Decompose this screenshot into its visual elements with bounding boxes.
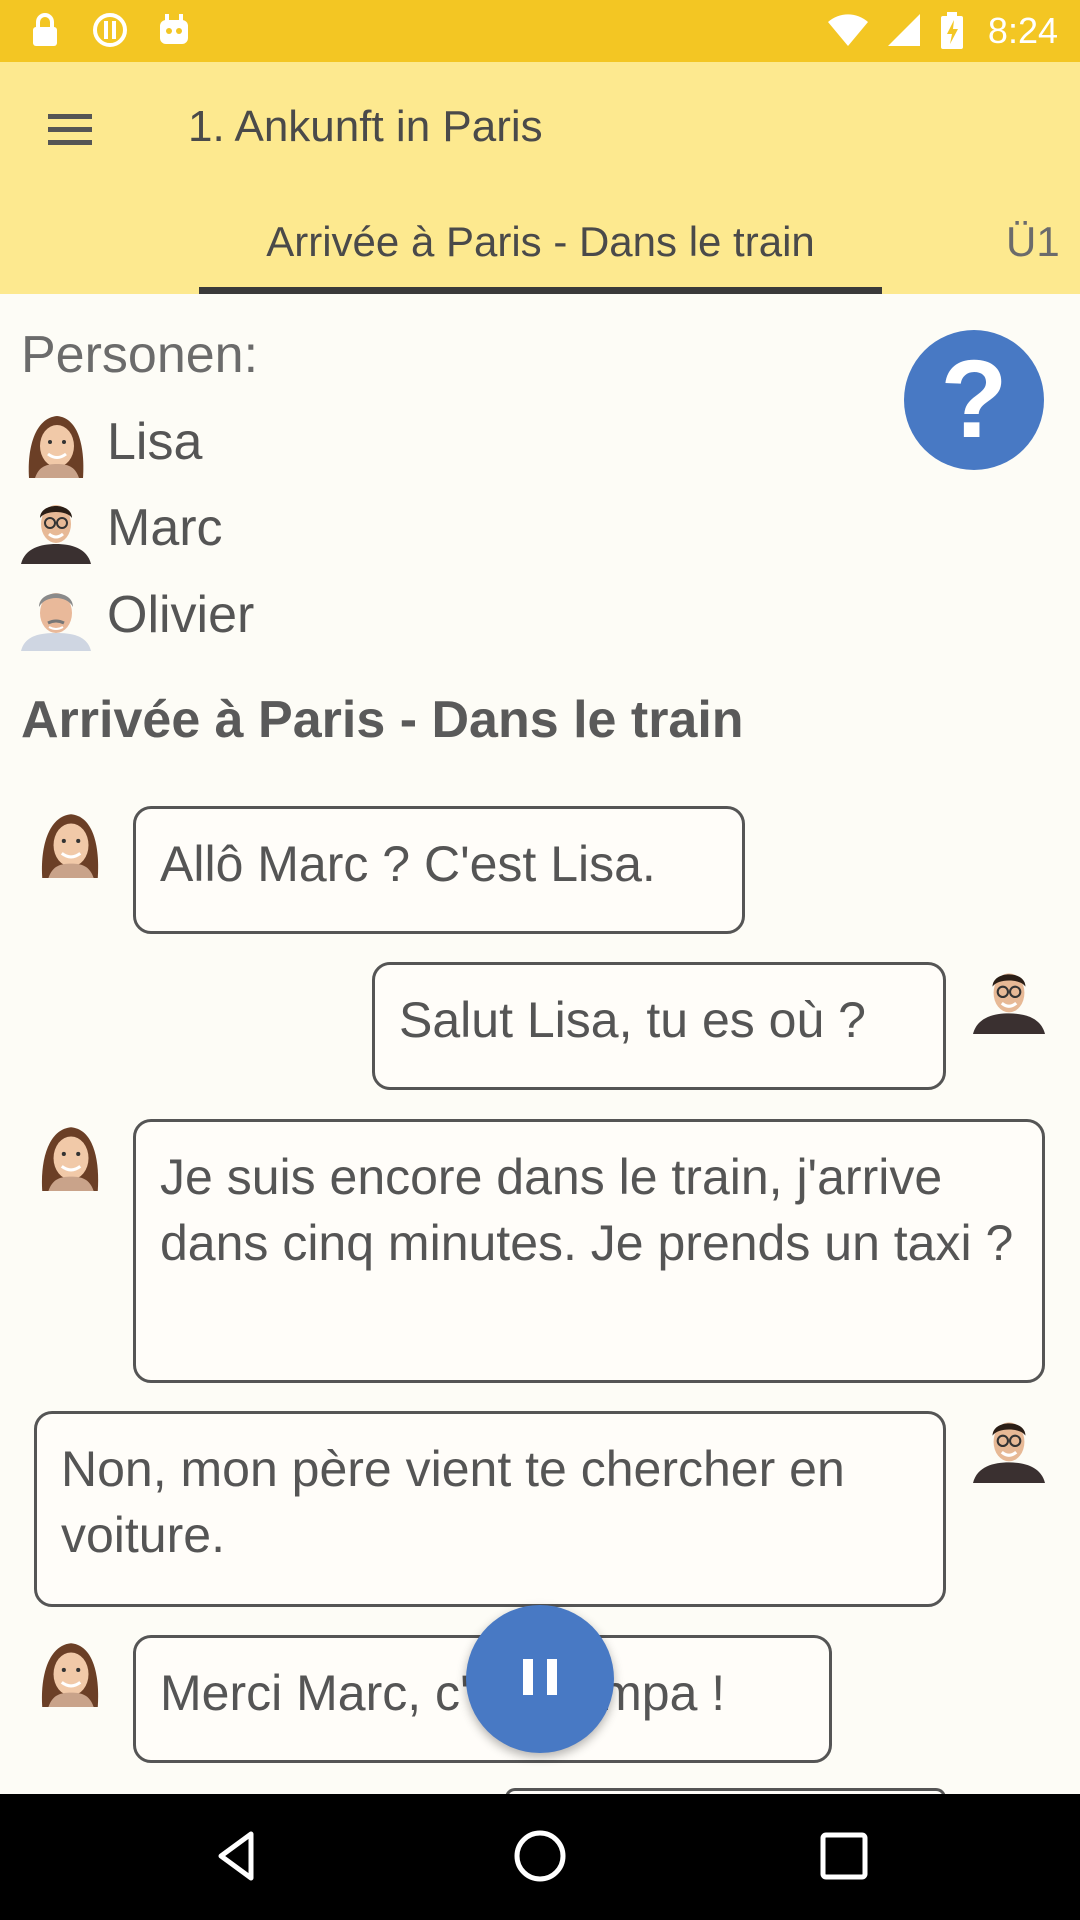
status-bar: 8:24: [0, 0, 1080, 62]
home-icon[interactable]: [510, 1826, 570, 1886]
tab-dialogue[interactable]: Arrivée à Paris - Dans le train: [199, 212, 882, 294]
tab-exercise-1[interactable]: Ü1: [1006, 218, 1060, 266]
tab-label: Arrivée à Paris - Dans le train: [266, 218, 815, 265]
question-mark-icon: ?: [940, 338, 1008, 461]
person-name: Lisa: [107, 413, 203, 471]
clock: 8:24: [987, 10, 1058, 51]
dialogue-bubble[interactable]: Je suis encore dans le train, j'arrive d…: [133, 1119, 1045, 1383]
pause-button[interactable]: [466, 1605, 614, 1753]
person-name: Marc: [107, 499, 223, 557]
marc-avatar: [973, 973, 1045, 1034]
navigation-bar: [0, 1794, 1080, 1920]
lisa-avatar: [41, 1127, 99, 1191]
signal-icon: [888, 14, 920, 46]
lisa-avatar: [41, 1643, 99, 1707]
battery-icon: [941, 12, 963, 49]
android-icon: [160, 14, 188, 44]
people-heading: Personen:: [21, 326, 259, 384]
alert-icon: [93, 13, 127, 47]
dialogue-bubble[interactable]: Non, mon père vient te chercher en voitu…: [34, 1411, 946, 1607]
menu-icon: [48, 114, 92, 119]
olivier-avatar: [21, 581, 91, 651]
back-icon[interactable]: [207, 1826, 267, 1886]
marc-avatar: [21, 494, 91, 564]
lisa-avatar: [41, 814, 99, 878]
page-title: 1. Ankunft in Paris: [188, 102, 543, 151]
marc-avatar: [973, 1422, 1045, 1483]
lisa-avatar: [21, 408, 91, 478]
app-bar: 1. Ankunft in Paris Arrivée à Paris - Da…: [0, 62, 1080, 294]
dialogue-bubble[interactable]: Salut Lisa, tu es où ?: [372, 962, 946, 1090]
tab-indicator: [199, 287, 882, 294]
menu-button[interactable]: [42, 102, 98, 158]
pause-icon: [523, 1659, 533, 1695]
help-button[interactable]: ?: [904, 330, 1044, 470]
lock-icon: [33, 13, 57, 46]
dialogue-bubble[interactable]: Allô Marc ? C'est Lisa.: [133, 806, 745, 934]
recents-icon[interactable]: [814, 1826, 874, 1886]
person-name: Olivier: [107, 586, 255, 644]
wifi-icon: [828, 14, 868, 46]
section-title: Arrivée à Paris - Dans le train: [21, 691, 744, 749]
